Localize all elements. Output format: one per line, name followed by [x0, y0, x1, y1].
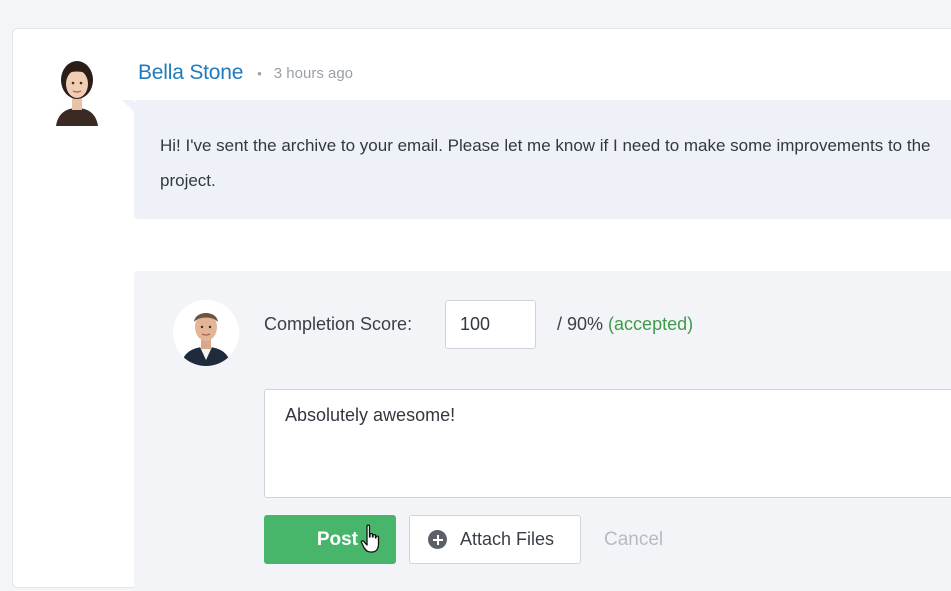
- avatar-illustration: [173, 300, 239, 366]
- author-name[interactable]: Bella Stone: [138, 61, 243, 85]
- comment-header: Bella Stone • 3 hours ago: [138, 58, 353, 88]
- bubble-tail: [122, 100, 134, 112]
- score-threshold-value: / 90%: [557, 314, 604, 334]
- score-threshold: / 90% (accepted): [557, 314, 693, 335]
- comment-timestamp: 3 hours ago: [273, 64, 354, 82]
- score-status: (accepted): [608, 314, 694, 334]
- completion-score-label: Completion Score:: [264, 314, 413, 334]
- plus-circle-icon: [428, 530, 447, 549]
- avatar-illustration: [56, 61, 98, 126]
- header-separator: •: [257, 65, 262, 81]
- comment-bubble: Hi! I've sent the archive to your email.…: [134, 100, 951, 219]
- author-avatar: [50, 58, 104, 126]
- completion-score-input[interactable]: [445, 300, 536, 349]
- reply-comment-field[interactable]: Absolutely awesome!: [264, 389, 951, 498]
- attach-files-label: Attach Files: [460, 529, 555, 549]
- cancel-link[interactable]: Cancel: [604, 529, 663, 551]
- reviewer-avatar: [173, 300, 239, 366]
- attach-files-button[interactable]: Attach Files: [409, 515, 581, 564]
- comment-message: Hi! I've sent the archive to your email.…: [160, 136, 931, 190]
- hand-pointer-icon: [360, 524, 380, 553]
